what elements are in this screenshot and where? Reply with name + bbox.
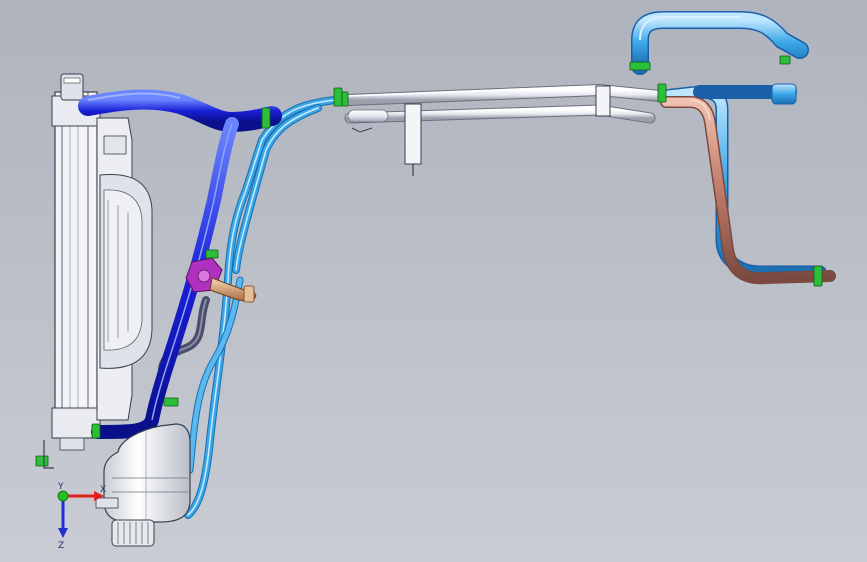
cad-viewport[interactable]: Y X Z	[0, 0, 867, 562]
clamp-reservoir	[163, 397, 179, 407]
clamp-lower-left	[91, 423, 101, 439]
clamp-upper-hose	[261, 107, 271, 129]
outlet-fitting[interactable]	[209, 277, 257, 303]
heater-return-hose[interactable]	[631, 11, 809, 75]
clamp-top-junction	[333, 87, 343, 107]
expansion-reservoir[interactable]	[95, 423, 191, 547]
triad-y-label: Y	[57, 482, 64, 492]
triad-x-label: X	[100, 485, 106, 495]
coolant-assembly-view[interactable]: Y X Z	[0, 0, 867, 562]
heater-core-hose[interactable]	[660, 96, 836, 285]
metal-crossover-pipe[interactable]	[342, 83, 666, 176]
clamp-top-right	[629, 61, 651, 71]
triad-y-axis	[57, 490, 69, 502]
clamp-heater-tip	[779, 55, 791, 65]
triad-z-label: Z	[58, 541, 64, 551]
clamp-crossover-left	[341, 91, 349, 107]
fan-shroud[interactable]	[96, 117, 153, 421]
clamp-bracket-left	[35, 455, 49, 467]
radiator[interactable]	[51, 73, 101, 451]
coordinate-triad: Y X Z	[57, 482, 106, 551]
clamp-thermostat	[205, 249, 219, 259]
clamp-right-end	[813, 265, 823, 287]
heater-supply-line[interactable]	[657, 83, 827, 279]
clamp-right-mid	[657, 83, 667, 103]
